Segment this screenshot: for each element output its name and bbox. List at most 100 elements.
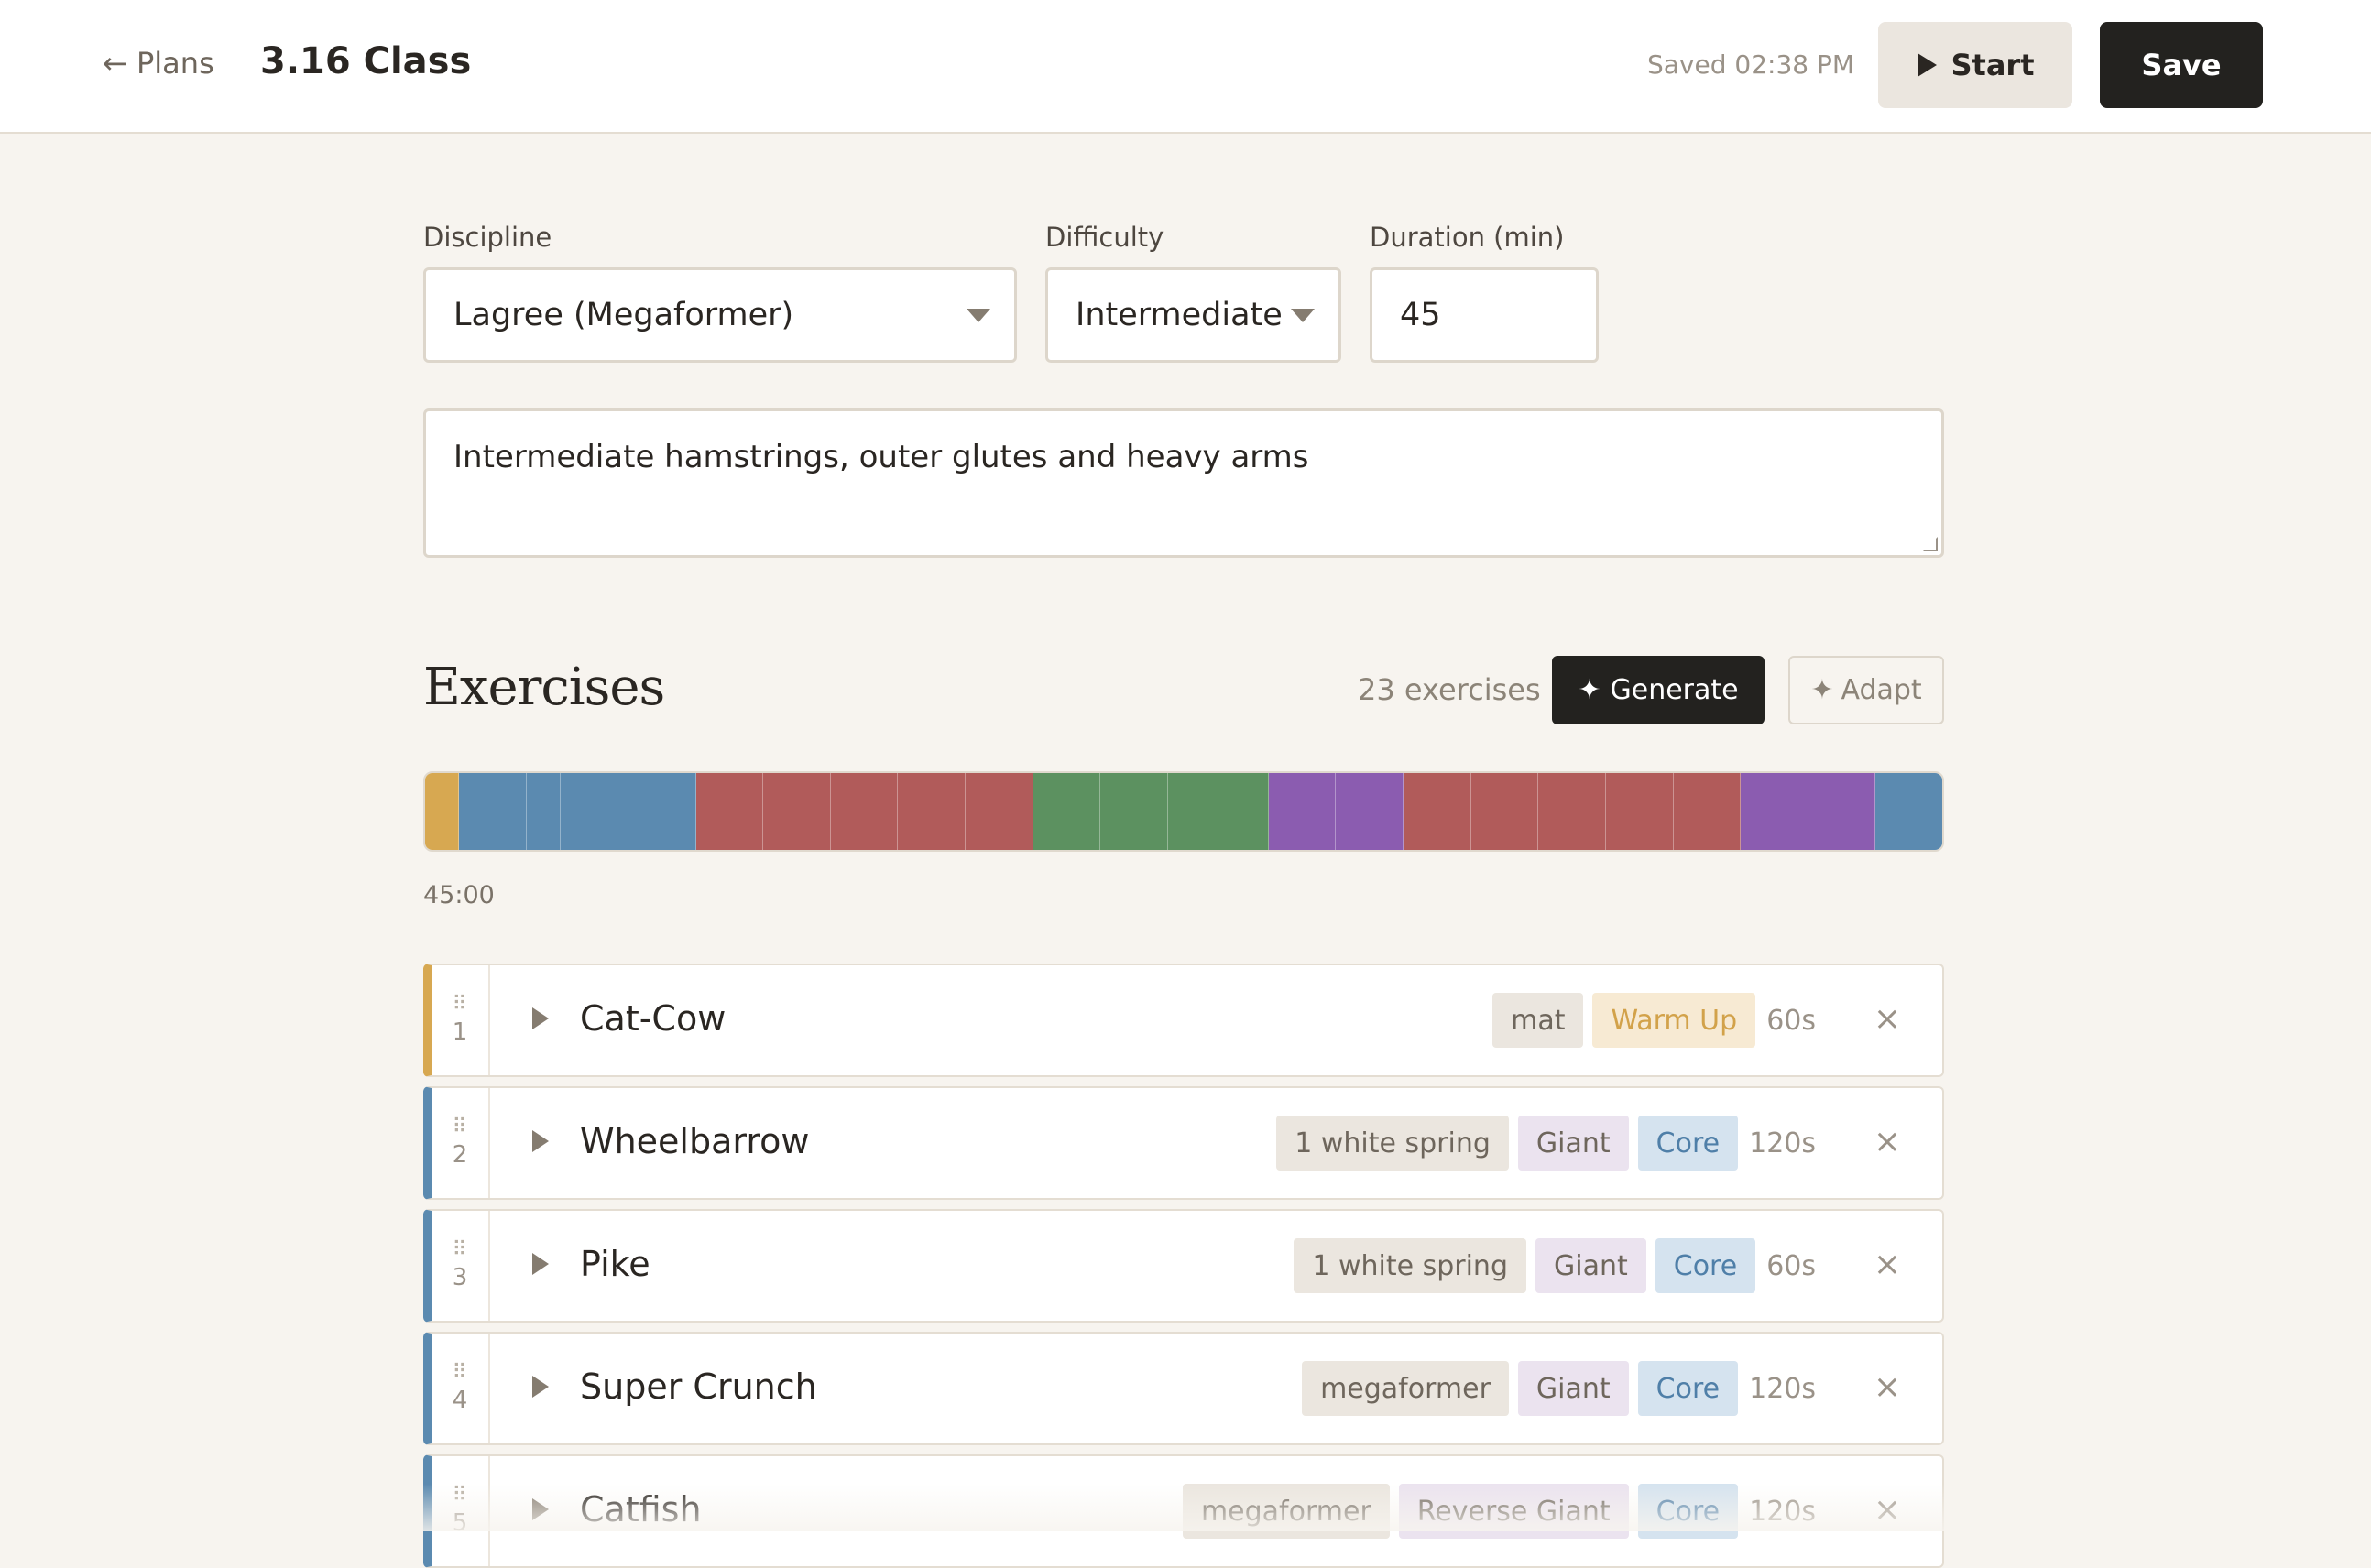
adapt-button[interactable]: ✦ Adapt	[1788, 656, 1944, 724]
timeline-segment	[459, 773, 527, 850]
exercise-tag-core: Core	[1637, 1361, 1739, 1416]
exercise-row[interactable]: ⠿ 5 Catfish megaformer Reverse Giant Core 120s…	[423, 1454, 1944, 1568]
drag-handle-icon: ⠿	[452, 1116, 468, 1138]
difficulty-select[interactable]: Intermediate	[1045, 267, 1341, 363]
generate-button[interactable]: ✦ Generate	[1552, 656, 1765, 724]
timeline-segment	[763, 773, 831, 850]
timeline-segment	[425, 773, 460, 850]
chevron-right-icon[interactable]	[532, 1130, 549, 1152]
timeline-segment	[695, 773, 764, 850]
chevron-right-icon[interactable]	[532, 1376, 549, 1398]
exercise-meta: 1 white spring Giant Core 60s	[1294, 1238, 1816, 1293]
difficulty-label: Difficulty	[1045, 222, 1164, 253]
drag-handle-icon: ⠿	[452, 1361, 468, 1384]
exercise-meta: mat Warm Up 60s	[1492, 993, 1816, 1048]
exercise-duration: 120s	[1749, 1372, 1816, 1405]
exercises-heading: Exercises	[423, 658, 665, 717]
save-button[interactable]: Save	[2100, 22, 2263, 108]
timeline-segment	[966, 773, 1033, 850]
back-link-label[interactable]: ← Plans	[103, 46, 214, 81]
exercise-row[interactable]: ⠿ 3 Pike 1 white spring Giant Core 60s ×	[423, 1209, 1944, 1323]
exercise-tag-core: Core	[1637, 1484, 1739, 1539]
resize-grip-icon[interactable]	[1923, 537, 1938, 551]
drag-handle[interactable]: ⠿ 4	[432, 1334, 490, 1443]
drag-handle[interactable]: ⠿ 1	[432, 965, 490, 1075]
exercise-index: 5	[452, 1509, 468, 1537]
exercise-tag-equip: mat	[1492, 993, 1584, 1048]
start-button-label: Start	[1950, 48, 2035, 82]
duration-input[interactable]: 45	[1370, 267, 1599, 363]
exercise-row[interactable]: ⠿ 2 Wheelbarrow 1 white spring Giant Core 120s…	[423, 1086, 1944, 1200]
back-to-plans-link[interactable]: ← Plans	[103, 46, 214, 81]
drag-handle-icon: ⠿	[452, 1484, 468, 1507]
drag-handle[interactable]: ⠿ 2	[432, 1088, 490, 1198]
exercise-tag-pos: Giant	[1517, 1116, 1629, 1171]
timeline-segment	[1808, 773, 1876, 850]
start-button[interactable]: Start	[1878, 22, 2072, 108]
drag-handle[interactable]: ⠿ 3	[432, 1211, 490, 1321]
chevron-right-icon[interactable]	[532, 1498, 549, 1520]
exercise-name: Wheelbarrow	[580, 1121, 810, 1161]
sparkle-icon: ✦	[1810, 674, 1834, 706]
timeline-segment	[1605, 773, 1674, 850]
exercise-name: Cat-Cow	[580, 998, 727, 1039]
exercise-row[interactable]: ⠿ 4 Super Crunch megaformer Giant Core 120s ×	[423, 1332, 1944, 1445]
timeline-segment	[830, 773, 899, 850]
chevron-right-icon[interactable]	[532, 1253, 549, 1275]
saved-status: Saved 02:38 PM	[1647, 49, 1855, 80]
play-icon	[1918, 53, 1938, 77]
chevron-down-icon	[967, 309, 990, 322]
generate-button-label: Generate	[1610, 674, 1739, 706]
exercise-meta: 1 white spring Giant Core 120s	[1276, 1116, 1816, 1171]
discipline-value: Lagree (Megaformer)	[453, 297, 794, 333]
exercise-meta: megaformer Giant Core 120s	[1302, 1361, 1816, 1416]
timeline-segment	[1875, 773, 1942, 850]
close-icon[interactable]: ×	[1869, 1368, 1906, 1406]
drag-handle-icon: ⠿	[452, 993, 468, 1016]
close-icon[interactable]: ×	[1869, 1246, 1906, 1283]
timeline-segment	[1673, 773, 1742, 850]
difficulty-value: Intermediate	[1076, 297, 1283, 333]
exercise-name: Super Crunch	[580, 1367, 817, 1407]
adapt-button-label: Adapt	[1841, 674, 1922, 706]
exercise-tag-equip: megaformer	[1182, 1484, 1390, 1539]
duration-value: 45	[1400, 297, 1441, 333]
exercise-tag-core: Core	[1655, 1238, 1756, 1293]
timeline-total-time: 45:00	[423, 881, 495, 909]
page-title: 3.16 Class	[260, 40, 472, 82]
exercise-tag-pos: Giant	[1517, 1361, 1629, 1416]
exercise-name: Pike	[580, 1244, 650, 1284]
timeline-segment	[898, 773, 966, 850]
timeline-segment	[1538, 773, 1606, 850]
exercise-tag-core: Core	[1637, 1116, 1739, 1171]
exercise-index: 2	[452, 1141, 468, 1169]
exercise-duration: 60s	[1766, 1004, 1816, 1037]
timeline-segment	[526, 773, 562, 850]
timeline-segment	[1741, 773, 1808, 850]
exercise-duration: 60s	[1766, 1249, 1816, 1282]
close-icon[interactable]: ×	[1869, 1123, 1906, 1160]
drag-handle[interactable]: ⠿ 5	[432, 1456, 490, 1566]
exercise-tag-equip: megaformer	[1302, 1361, 1509, 1416]
description-textarea[interactable]: Intermediate hamstrings, outer glutes an…	[423, 408, 1944, 558]
duration-label: Duration (min)	[1370, 222, 1565, 253]
timeline-segment	[1404, 773, 1471, 850]
exercise-duration: 120s	[1749, 1495, 1816, 1528]
timeline-segment	[1336, 773, 1404, 850]
exercise-index: 3	[452, 1264, 468, 1291]
timeline-segment	[628, 773, 696, 850]
close-icon[interactable]: ×	[1869, 1491, 1906, 1529]
discipline-select[interactable]: Lagree (Megaformer)	[423, 267, 1017, 363]
close-icon[interactable]: ×	[1869, 1000, 1906, 1038]
chevron-right-icon[interactable]	[532, 1007, 549, 1029]
exercise-index: 4	[452, 1387, 468, 1414]
exercise-tag-equip: 1 white spring	[1294, 1238, 1526, 1293]
description-text: Intermediate hamstrings, outer glutes an…	[453, 439, 1309, 475]
exercise-row[interactable]: ⠿ 1 Cat-Cow mat Warm Up 60s ×	[423, 964, 1944, 1077]
exercise-tag-pos: Reverse Giant	[1398, 1484, 1629, 1539]
exercise-tag-pos: Giant	[1535, 1238, 1646, 1293]
timeline-segment	[1167, 773, 1269, 850]
exercise-meta: megaformer Reverse Giant Core 120s	[1182, 1484, 1816, 1539]
exercise-duration: 120s	[1749, 1127, 1816, 1160]
sparkle-icon: ✦	[1578, 674, 1601, 706]
